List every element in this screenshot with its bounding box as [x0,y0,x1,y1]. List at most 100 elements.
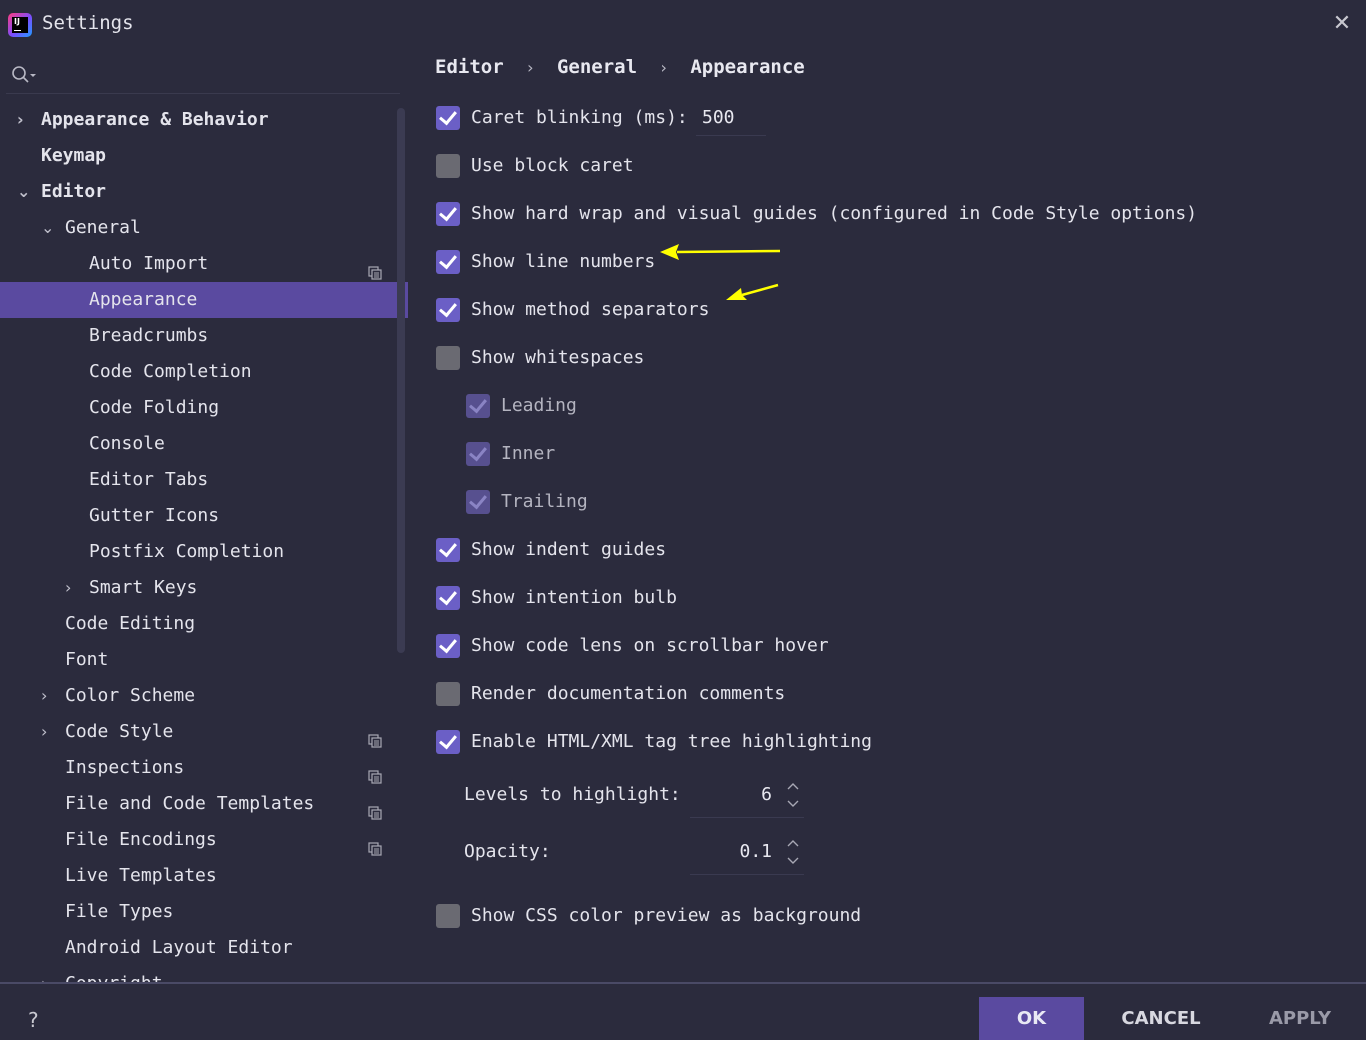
method-separators-label: Show method separators [471,299,710,320]
render-docs-checkbox[interactable] [436,682,460,706]
sidebar-item-label: Appearance [89,289,198,310]
search-input[interactable] [6,93,400,94]
css-preview-checkbox[interactable] [436,904,460,928]
breadcrumb-editor: Editor [435,56,504,78]
apply-button[interactable]: APPLY [1250,997,1350,1040]
project-scope-icon [368,797,382,820]
sidebar-item-gutter-icons[interactable]: Gutter Icons [0,498,408,534]
settings-tree: › Appearance & Behavior Keymap ⌄ Editor ⌄ Gene… [0,102,408,982]
chevron-right-icon[interactable]: › [17,102,33,138]
sidebar-item-label: Android Layout Editor [65,937,293,958]
project-scope-icon [368,725,382,748]
method-separators-checkbox[interactable] [436,298,460,322]
sidebar-item-code-style[interactable]: › Code Style [0,714,408,750]
footer-divider [0,982,1366,984]
breadcrumb: Editor › General › Appearance [435,56,805,84]
breadcrumb-separator: › [660,58,667,77]
sidebar-item-smart-keys[interactable]: › Smart Keys [0,570,408,606]
sidebar-scrollbar[interactable] [397,108,405,653]
chevron-right-icon[interactable]: › [41,714,57,750]
html-xml-label: Enable HTML/XML tag tree highlighting [471,731,872,752]
sidebar-item-label: Auto Import [89,253,209,274]
opacity-stepper[interactable] [785,837,801,867]
sidebar-item-editor-tabs[interactable]: Editor Tabs [0,462,408,498]
project-scope-icon [368,761,382,784]
chevron-right-icon[interactable]: › [65,570,81,606]
indent-guides-checkbox[interactable] [436,538,460,562]
sidebar-item-code-folding[interactable]: Code Folding [0,390,408,426]
cancel-button[interactable]: CANCEL [1110,997,1212,1040]
hard-wrap-checkbox[interactable] [436,202,460,226]
sidebar-item-label: General [65,217,141,238]
sidebar-item-label: Editor [41,181,107,202]
sidebar-item-label: Code Style [65,721,174,742]
css-preview-label: Show CSS color preview as background [471,905,862,926]
sidebar-item-file-encodings[interactable]: File Encodings [0,822,408,858]
sidebar-item-appearance-behavior[interactable]: › Appearance & Behavior [0,102,408,138]
sidebar-item-font[interactable]: Font [0,642,408,678]
leading-checkbox [466,394,490,418]
annotation-arrow-icon [660,244,781,260]
sidebar-item-android-layout-editor[interactable]: Android Layout Editor [0,930,408,966]
chevron-down-icon[interactable]: ⌄ [17,174,33,210]
indent-guides-label: Show indent guides [471,539,667,560]
code-lens-checkbox[interactable] [436,634,460,658]
caret-blinking-checkbox[interactable] [436,106,460,130]
sidebar-item-file-and-code-templates[interactable]: File and Code Templates [0,786,408,822]
sidebar-item-auto-import[interactable]: Auto Import [0,246,408,282]
hard-wrap-label: Show hard wrap and visual guides (config… [471,203,1198,224]
sidebar-item-keymap[interactable]: Keymap [0,138,408,174]
opacity-input[interactable]: 0.1 [700,837,772,867]
sidebar-item-label: Console [89,433,165,454]
sidebar-item-breadcrumbs[interactable]: Breadcrumbs [0,318,408,354]
sidebar-item-code-editing[interactable]: Code Editing [0,606,408,642]
sidebar-item-color-scheme[interactable]: › Color Scheme [0,678,408,714]
breadcrumb-general: General [556,56,638,78]
line-numbers-label: Show line numbers [471,251,656,272]
caret-blinking-input[interactable]: 500 [702,103,735,133]
sidebar-item-label: File Types [65,901,174,922]
intention-bulb-label: Show intention bulb [471,587,677,608]
ok-button[interactable]: OK [979,997,1084,1040]
whitespaces-label: Show whitespaces [471,347,645,368]
close-icon[interactable]: ✕ [1330,12,1354,36]
chevron-right-icon[interactable]: › [41,966,57,982]
chevron-right-icon[interactable]: › [41,678,57,714]
sidebar-item-label: Editor Tabs [89,469,209,490]
render-docs-label: Render documentation comments [471,683,786,704]
opacity-underline [690,874,804,875]
title-bar: IJ Settings ✕ [0,0,1366,50]
sidebar-item-label: Inspections [65,757,185,778]
line-numbers-checkbox[interactable] [436,250,460,274]
block-caret-checkbox[interactable] [436,154,460,178]
inner-label: Inner [501,443,556,464]
sidebar-item-copyright[interactable]: › Copyright [0,966,408,982]
caret-blinking-label: Caret blinking (ms): [471,107,688,128]
sidebar-item-live-templates[interactable]: Live Templates [0,858,408,894]
sidebar-item-postfix-completion[interactable]: Postfix Completion [0,534,408,570]
sidebar-item-console[interactable]: Console [0,426,408,462]
intellij-logo-icon: IJ [8,13,32,37]
sidebar-item-code-completion[interactable]: Code Completion [0,354,408,390]
sidebar-item-label: Breadcrumbs [89,325,209,346]
sidebar-item-label: Appearance & Behavior [41,109,269,130]
chevron-down-icon[interactable]: ⌄ [41,210,57,246]
sidebar-item-editor[interactable]: ⌄ Editor [0,174,408,210]
opacity-label: Opacity: [464,841,551,862]
sidebar-item-appearance[interactable]: Appearance [0,282,408,318]
sidebar-item-general[interactable]: ⌄ General [0,210,408,246]
levels-stepper[interactable] [785,780,801,810]
sidebar-item-label: Code Editing [65,613,196,634]
sidebar-item-label: Postfix Completion [89,541,285,562]
whitespaces-checkbox[interactable] [436,346,460,370]
help-button[interactable]: ? [28,1008,39,1032]
intention-bulb-checkbox[interactable] [436,586,460,610]
search-icon[interactable] [10,64,38,86]
sidebar-item-file-types[interactable]: File Types [0,894,408,930]
block-caret-label: Use block caret [471,155,634,176]
sidebar-item-inspections[interactable]: Inspections [0,750,408,786]
sidebar-item-label: Code Completion [89,361,252,382]
breadcrumb-appearance: Appearance [690,56,805,78]
levels-input[interactable]: 6 [700,780,772,810]
html-xml-checkbox[interactable] [436,730,460,754]
